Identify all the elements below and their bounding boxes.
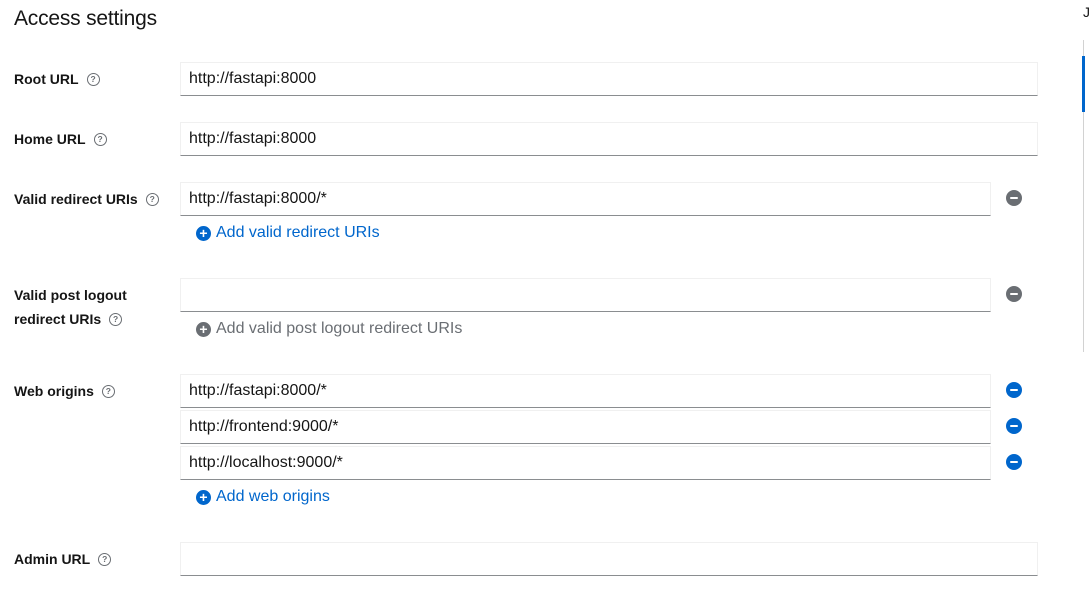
valid-post-logout-label-row2: redirect URIs ? bbox=[14, 307, 123, 331]
minus-circle-icon bbox=[1010, 292, 1018, 296]
help-icon[interactable]: ? bbox=[109, 312, 123, 326]
help-icon[interactable]: ? bbox=[86, 72, 100, 86]
help-icon[interactable]: ? bbox=[98, 552, 112, 566]
clipped-edge-text: J bbox=[1083, 4, 1090, 20]
add-web-origins-label: Add web origins bbox=[216, 488, 330, 505]
web-origin-input-3[interactable] bbox=[180, 446, 991, 480]
home-url-label: Home URL ? bbox=[14, 127, 107, 151]
minus-circle-icon bbox=[1010, 460, 1018, 464]
help-icon[interactable]: ? bbox=[93, 132, 107, 146]
plus-circle-icon: + bbox=[196, 489, 211, 505]
root-url-label-text: Root URL bbox=[14, 71, 79, 87]
root-url-input[interactable] bbox=[180, 62, 1038, 96]
plus-circle-icon: + bbox=[196, 225, 211, 241]
remove-web-origin-button-1[interactable] bbox=[1006, 382, 1022, 398]
minus-circle-icon bbox=[1010, 388, 1018, 392]
help-icon[interactable]: ? bbox=[145, 192, 159, 206]
remove-web-origin-button-2[interactable] bbox=[1006, 418, 1022, 434]
admin-url-input[interactable] bbox=[180, 542, 1038, 576]
add-valid-post-logout-uris-button[interactable]: + Add valid post logout redirect URIs bbox=[196, 320, 462, 338]
admin-url-label: Admin URL ? bbox=[14, 547, 112, 571]
jump-links-active-indicator[interactable] bbox=[1082, 56, 1085, 112]
add-web-origins-button[interactable]: + Add web origins bbox=[196, 488, 330, 506]
admin-url-label-text: Admin URL bbox=[14, 551, 91, 567]
root-url-label: Root URL ? bbox=[14, 67, 100, 91]
web-origin-input-1[interactable] bbox=[180, 374, 991, 408]
valid-post-logout-label-line1: Valid post logout bbox=[14, 287, 127, 303]
valid-redirect-uris-label: Valid redirect URIs ? bbox=[14, 187, 159, 211]
minus-circle-icon bbox=[1010, 424, 1018, 428]
remove-web-origin-button-3[interactable] bbox=[1006, 454, 1022, 470]
valid-post-logout-label-line2: redirect URIs bbox=[14, 311, 102, 327]
minus-circle-icon bbox=[1010, 196, 1018, 200]
add-valid-redirect-uris-button[interactable]: + Add valid redirect URIs bbox=[196, 224, 380, 242]
add-valid-redirect-uris-label: Add valid redirect URIs bbox=[216, 224, 380, 241]
add-valid-post-logout-uris-label: Add valid post logout redirect URIs bbox=[216, 320, 463, 337]
help-icon[interactable]: ? bbox=[101, 384, 115, 398]
valid-redirect-uri-input[interactable] bbox=[180, 182, 991, 216]
remove-post-logout-uri-button[interactable] bbox=[1006, 286, 1022, 302]
home-url-label-text: Home URL bbox=[14, 131, 86, 147]
web-origins-label: Web origins ? bbox=[14, 379, 115, 403]
web-origin-input-2[interactable] bbox=[180, 410, 991, 444]
valid-redirect-uris-label-text: Valid redirect URIs bbox=[14, 191, 138, 207]
valid-post-logout-input[interactable] bbox=[180, 278, 991, 312]
home-url-input[interactable] bbox=[180, 122, 1038, 156]
section-title: Access settings bbox=[14, 7, 157, 30]
web-origins-label-text: Web origins bbox=[14, 383, 94, 399]
valid-post-logout-label: Valid post logout bbox=[14, 283, 127, 307]
remove-redirect-uri-button[interactable] bbox=[1006, 190, 1022, 206]
plus-circle-icon: + bbox=[196, 321, 211, 337]
